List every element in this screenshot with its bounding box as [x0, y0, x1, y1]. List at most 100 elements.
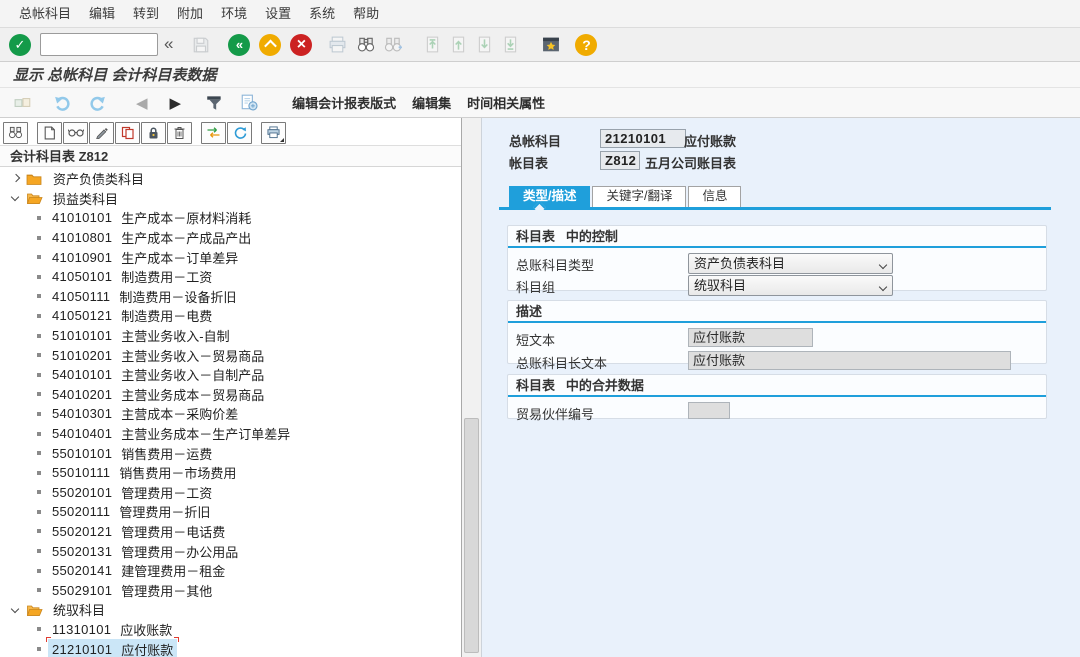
tree-item[interactable]: 41010101 生产成本－原材料消耗 [0, 208, 461, 228]
menu-item[interactable]: 帮助 [344, 0, 388, 27]
tree-item[interactable]: 55020131 管理费用－办公用品 [0, 541, 461, 561]
tree-item-label[interactable]: 41050121 制造费用－电费 [48, 305, 216, 326]
tree-item[interactable]: 55010101 销售费用－运费 [0, 443, 461, 463]
tree-item[interactable]: 55020101 管理费用－工资 [0, 483, 461, 503]
tree-item-label[interactable]: 55020141 建管理费用－租金 [48, 560, 229, 581]
tree-item-label[interactable]: 51010201 主营业务收入－贸易商品 [48, 345, 268, 366]
tree-item-label[interactable]: 54010101 主营业务收入－自制产品 [48, 364, 268, 385]
tree-item-label[interactable]: 41050111 制造费用－设备折旧 [48, 286, 240, 307]
tab[interactable]: 类型/描述 [509, 186, 590, 207]
tree-item[interactable]: 41050121 制造费用－电费 [0, 306, 461, 326]
tree-item-label[interactable]: 41010101 生产成本－原材料消耗 [48, 207, 255, 228]
tree-item-label[interactable]: 55010111 销售费用－市场费用 [48, 462, 240, 483]
tree-item[interactable]: 51010101 主营业务收入-自制 [0, 326, 461, 346]
tree-item-label[interactable]: 55020121 管理费用－电话费 [48, 521, 229, 542]
enter-icon[interactable]: ✓ [9, 34, 31, 56]
tree-item-label[interactable]: 55020101 管理费用－工资 [48, 482, 216, 503]
print-icon[interactable] [261, 122, 286, 144]
tree-item[interactable]: 55020141 建管理费用－租金 [0, 561, 461, 581]
tree-item-label[interactable]: 损益类科目 [49, 188, 122, 209]
tree-item-label[interactable]: 41010901 生产成本－订单差异 [48, 247, 242, 268]
tab[interactable]: 信息 [688, 186, 741, 207]
menu-item[interactable]: 系统 [300, 0, 344, 27]
tree-item[interactable]: 51010201 主营业务收入－贸易商品 [0, 345, 461, 365]
chart-of-accounts-value[interactable]: Z812 [600, 151, 640, 170]
cancel-icon[interactable]: × [290, 34, 312, 56]
menu-item[interactable]: 转到 [124, 0, 168, 27]
tree-item-label[interactable]: 11310101 应收账款 [48, 619, 176, 640]
display-icon[interactable] [63, 122, 88, 144]
tree-item[interactable]: 11310101 应收账款 [0, 620, 461, 640]
help-icon[interactable]: ? [575, 34, 597, 56]
tree-item[interactable]: 55010111 销售费用－市场费用 [0, 463, 461, 483]
short-text-input[interactable]: 应付账款 [688, 328, 813, 347]
tree-item[interactable]: 41050101 制造费用－工资 [0, 267, 461, 287]
tree-item-label[interactable]: 54010401 主营业务成本－生产订单差异 [48, 423, 294, 444]
collapse-command-icon[interactable]: « [164, 34, 173, 54]
tree-item-label[interactable]: 55029101 管理费用－其他 [48, 580, 216, 601]
tree-item-label[interactable]: 资产负债类科目 [49, 168, 148, 189]
tree-item-label[interactable]: 55020131 管理费用－办公用品 [48, 541, 242, 562]
tree-item-label[interactable]: 51010101 主营业务收入-自制 [48, 325, 234, 346]
tree-item[interactable]: 55020111 管理费用－折旧 [0, 502, 461, 522]
account-group-select[interactable]: 统驭科目 [688, 275, 893, 296]
tree-item[interactable]: 54010201 主营业务成本－贸易商品 [0, 385, 461, 405]
print-preview-icon[interactable] [240, 94, 258, 111]
tree-item[interactable]: 54010101 主营业务收入－自制产品 [0, 365, 461, 385]
scrollbar-thumb[interactable] [464, 418, 479, 653]
copy-icon[interactable] [115, 122, 140, 144]
tree-item[interactable]: 41050111 制造费用－设备折旧 [0, 287, 461, 307]
tree-item[interactable]: 损益类科目 [0, 189, 461, 209]
refresh-icon[interactable] [227, 122, 252, 144]
exit-icon[interactable] [259, 34, 281, 56]
tree-item-label[interactable]: 41010801 生产成本－产成品产出 [48, 227, 255, 248]
hierarchy-display-icon[interactable] [205, 94, 224, 111]
delete-icon[interactable] [167, 122, 192, 144]
gl-account-value[interactable]: 21210101 [600, 129, 686, 148]
app-toolbar-button[interactable]: 时间相关属性 [459, 89, 553, 116]
tree-item-label[interactable]: 54010301 主营成本－采购价差 [48, 403, 242, 424]
tree-item[interactable]: 41010901 生产成本－订单差异 [0, 247, 461, 267]
change-icon[interactable] [89, 122, 114, 144]
tree-item[interactable]: 21210101 应付账款 [0, 639, 461, 657]
app-toolbar-button[interactable]: 编辑会计报表版式 [284, 89, 404, 116]
tree-item[interactable]: 资产负债类科目 [0, 169, 461, 189]
tree-item[interactable]: 统驭科目 [0, 600, 461, 620]
tree-item-label[interactable]: 统驭科目 [49, 599, 109, 620]
tree-item-label[interactable]: 54010201 主营业务成本－贸易商品 [48, 384, 268, 405]
new-session-icon[interactable] [541, 36, 561, 53]
undo-icon[interactable] [54, 95, 73, 111]
tree-item-label[interactable]: 55010101 销售费用－运费 [48, 443, 216, 464]
tree-item[interactable]: 55020121 管理费用－电话费 [0, 522, 461, 542]
create-icon[interactable] [37, 122, 62, 144]
tree-item[interactable]: 54010401 主营业务成本－生产订单差异 [0, 424, 461, 444]
tree-item-label[interactable]: 21210101 应付账款 [48, 639, 177, 657]
command-input[interactable] [40, 33, 158, 56]
menu-item[interactable]: 设置 [256, 0, 300, 27]
lock-icon[interactable] [141, 122, 166, 144]
tab[interactable]: 关键字/翻译 [592, 186, 686, 207]
chevron-down-icon[interactable] [12, 194, 20, 202]
find-icon[interactable] [3, 122, 28, 144]
back-icon[interactable]: « [228, 34, 250, 56]
app-toolbar-button[interactable]: 编辑集 [404, 89, 459, 116]
display-change-toggle-icon[interactable] [201, 122, 226, 144]
tree-item[interactable]: 55029101 管理费用－其他 [0, 580, 461, 600]
chevron-right-icon[interactable] [12, 175, 20, 183]
tree-item-label[interactable]: 55020111 管理费用－折旧 [48, 501, 214, 522]
menu-item[interactable]: 编辑 [80, 0, 124, 27]
chevron-down-icon[interactable] [12, 606, 20, 614]
tree-scrollbar[interactable] [462, 118, 482, 657]
tree-item[interactable]: 54010301 主营成本－采购价差 [0, 404, 461, 424]
next-icon[interactable]: ▶ [170, 94, 182, 112]
tree-item[interactable]: 41010801 生产成本－产成品产出 [0, 228, 461, 248]
menu-item[interactable]: 附加 [168, 0, 212, 27]
menu-item[interactable]: 环境 [212, 0, 256, 27]
find-icon[interactable] [357, 36, 375, 53]
menu-item[interactable]: 总帐科目 [10, 0, 80, 27]
trading-partner-input[interactable] [688, 402, 730, 419]
tree-item-label[interactable]: 41050101 制造费用－工资 [48, 266, 216, 287]
redo-icon[interactable] [87, 95, 106, 111]
account-type-select[interactable]: 资产负债表科目 [688, 253, 893, 274]
long-text-input[interactable]: 应付账款 [688, 351, 1011, 370]
